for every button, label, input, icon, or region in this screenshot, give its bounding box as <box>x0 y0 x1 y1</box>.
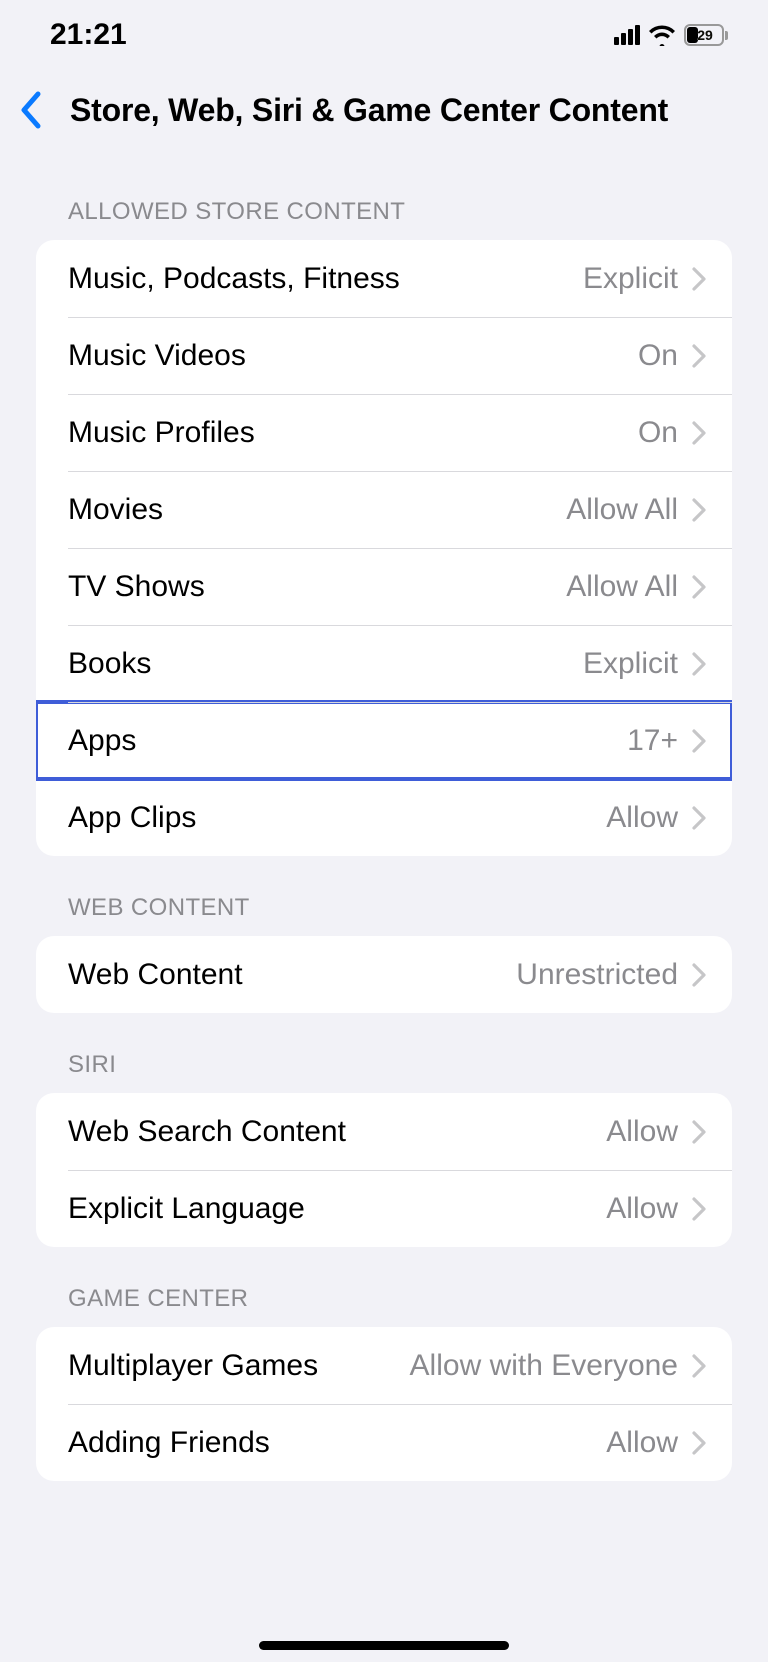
row-value: Allow <box>606 1192 678 1226</box>
nav-header: Store, Web, Siri & Game Center Content <box>0 70 768 160</box>
list-group: Music, Podcasts, Fitness Explicit Music … <box>36 240 732 856</box>
section-siri: SIRI Web Search Content Allow Explicit L… <box>0 1051 768 1247</box>
row-music-podcasts-fitness[interactable]: Music, Podcasts, Fitness Explicit <box>36 240 732 317</box>
chevron-right-icon <box>692 421 706 445</box>
chevron-right-icon <box>692 1197 706 1221</box>
list-group: Web Search Content Allow Explicit Langua… <box>36 1093 732 1247</box>
section-header: ALLOWED STORE CONTENT <box>0 198 768 240</box>
row-right: 17+ <box>627 724 706 758</box>
row-right: Allow All <box>566 570 706 604</box>
chevron-right-icon <box>692 575 706 599</box>
row-label: TV Shows <box>68 570 205 604</box>
chevron-right-icon <box>692 729 706 753</box>
row-value: Explicit <box>583 647 678 681</box>
row-label: Books <box>68 647 151 681</box>
row-right: Allow <box>606 1192 706 1226</box>
row-apps[interactable]: Apps 17+ <box>36 702 732 779</box>
wifi-icon <box>648 24 676 46</box>
row-right: Allow with Everyone <box>410 1349 706 1383</box>
row-web-search-content[interactable]: Web Search Content Allow <box>36 1093 732 1170</box>
row-value: Allow with Everyone <box>410 1349 678 1383</box>
section-header: WEB CONTENT <box>0 894 768 936</box>
chevron-right-icon <box>692 963 706 987</box>
section-game-center: GAME CENTER Multiplayer Games Allow with… <box>0 1285 768 1481</box>
row-right: Explicit <box>583 262 706 296</box>
row-label: Web Content <box>68 958 243 992</box>
row-movies[interactable]: Movies Allow All <box>36 471 732 548</box>
chevron-right-icon <box>692 267 706 291</box>
status-bar: 21:21 29 <box>0 0 768 70</box>
list-group: Web Content Unrestricted <box>36 936 732 1013</box>
row-value: Explicit <box>583 262 678 296</box>
row-right: Allow All <box>566 493 706 527</box>
row-label: Music, Podcasts, Fitness <box>68 262 400 296</box>
chevron-right-icon <box>692 806 706 830</box>
row-music-videos[interactable]: Music Videos On <box>36 317 732 394</box>
row-right: Allow <box>606 801 706 835</box>
row-books[interactable]: Books Explicit <box>36 625 732 702</box>
row-label: Multiplayer Games <box>68 1349 318 1383</box>
row-value: Allow All <box>566 493 678 527</box>
row-right: On <box>638 416 706 450</box>
status-right: 29 <box>614 24 728 46</box>
section-header: SIRI <box>0 1051 768 1093</box>
row-app-clips[interactable]: App Clips Allow <box>36 779 732 856</box>
chevron-right-icon <box>692 1354 706 1378</box>
chevron-right-icon <box>692 344 706 368</box>
battery-icon: 29 <box>684 24 728 46</box>
row-right: Allow <box>606 1115 706 1149</box>
row-value: On <box>638 339 678 373</box>
back-button[interactable] <box>18 90 46 130</box>
section-header: GAME CENTER <box>0 1285 768 1327</box>
cellular-icon <box>614 25 640 45</box>
row-value: Allow <box>606 1115 678 1149</box>
chevron-right-icon <box>692 1120 706 1144</box>
chevron-right-icon <box>692 498 706 522</box>
row-value: Allow <box>606 801 678 835</box>
list-group: Multiplayer Games Allow with Everyone Ad… <box>36 1327 732 1481</box>
row-value: Unrestricted <box>516 958 678 992</box>
chevron-right-icon <box>692 1431 706 1455</box>
row-web-content[interactable]: Web Content Unrestricted <box>36 936 732 1013</box>
row-tv-shows[interactable]: TV Shows Allow All <box>36 548 732 625</box>
row-label: Apps <box>68 724 136 758</box>
section-allowed-store-content: ALLOWED STORE CONTENT Music, Podcasts, F… <box>0 198 768 856</box>
row-right: Unrestricted <box>516 958 706 992</box>
row-label: Explicit Language <box>68 1192 305 1226</box>
row-explicit-language[interactable]: Explicit Language Allow <box>36 1170 732 1247</box>
row-label: Movies <box>68 493 163 527</box>
row-right: On <box>638 339 706 373</box>
row-right: Explicit <box>583 647 706 681</box>
row-label: Web Search Content <box>68 1115 346 1149</box>
section-web-content: WEB CONTENT Web Content Unrestricted <box>0 894 768 1013</box>
row-value: Allow <box>606 1426 678 1460</box>
battery-percentage: 29 <box>687 27 723 43</box>
row-label: Music Profiles <box>68 416 255 450</box>
row-multiplayer-games[interactable]: Multiplayer Games Allow with Everyone <box>36 1327 732 1404</box>
status-time: 21:21 <box>50 18 127 52</box>
row-label: App Clips <box>68 801 196 835</box>
row-label: Adding Friends <box>68 1426 270 1460</box>
row-value: Allow All <box>566 570 678 604</box>
row-value: On <box>638 416 678 450</box>
row-value: 17+ <box>627 724 678 758</box>
row-label: Music Videos <box>68 339 246 373</box>
row-adding-friends[interactable]: Adding Friends Allow <box>36 1404 732 1481</box>
home-indicator[interactable] <box>259 1641 509 1650</box>
page-title: Store, Web, Siri & Game Center Content <box>70 92 668 129</box>
row-right: Allow <box>606 1426 706 1460</box>
row-music-profiles[interactable]: Music Profiles On <box>36 394 732 471</box>
chevron-right-icon <box>692 652 706 676</box>
